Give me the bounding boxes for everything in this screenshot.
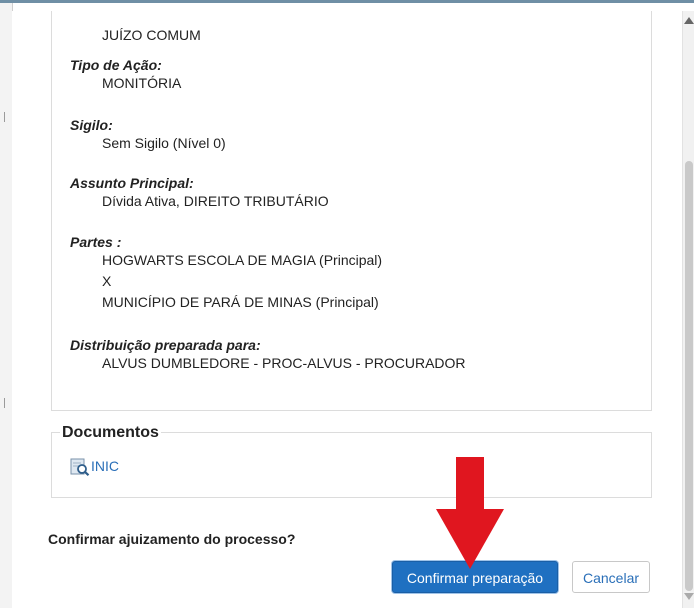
distribuicao-value: ALVUS DUMBLEDORE - PROC-ALVUS - PROCURAD… xyxy=(102,355,466,371)
document-search-icon xyxy=(70,456,90,477)
scrollbar-thumb[interactable] xyxy=(685,161,693,591)
partes-label: Partes : xyxy=(70,234,122,250)
sigilo-field: Sigilo: Sem Sigilo (Nível 0) xyxy=(70,117,226,154)
cancel-button[interactable]: Cancelar xyxy=(572,561,650,593)
process-details-panel: JUÍZO COMUM Tipo de Ação: MONITÓRIA Sigi… xyxy=(51,11,652,411)
sigilo-label: Sigilo: xyxy=(70,117,113,133)
distribuicao-label: Distribuição preparada para: xyxy=(70,337,261,353)
assunto-label: Assunto Principal: xyxy=(70,175,194,191)
assunto-field: Assunto Principal: Dívida Ativa, DIREITO… xyxy=(70,175,329,212)
background-marker xyxy=(4,398,9,408)
documents-title: Documentos xyxy=(60,424,161,442)
scroll-up-icon[interactable] xyxy=(684,17,694,24)
document-link-inic[interactable]: INIC xyxy=(70,456,119,477)
parte-passiva: MUNICÍPIO DE PARÁ DE MINAS (Principal) xyxy=(102,294,379,310)
red-arrow-annotation-icon xyxy=(436,457,504,569)
juizo-field: JUÍZO COMUM xyxy=(70,25,201,46)
tipo-acao-label: Tipo de Ação: xyxy=(70,57,162,73)
tipo-acao-value: MONITÓRIA xyxy=(102,75,182,91)
assunto-value: Dívida Ativa, DIREITO TRIBUTÁRIO xyxy=(102,193,329,209)
background-marker xyxy=(4,112,9,122)
tipo-acao-field: Tipo de Ação: MONITÓRIA xyxy=(70,57,181,94)
confirmation-dialog: JUÍZO COMUM Tipo de Ação: MONITÓRIA Sigi… xyxy=(12,11,682,608)
window-top-bar xyxy=(0,0,694,3)
documents-panel: Documentos INIC xyxy=(51,424,652,498)
scroll-down-icon[interactable] xyxy=(684,593,694,600)
versus-mark: X xyxy=(102,273,112,289)
distribuicao-field: Distribuição preparada para: ALVUS DUMBL… xyxy=(70,337,466,374)
confirm-question: Confirmar ajuizamento do processo? xyxy=(48,531,296,547)
document-link-label[interactable]: INIC xyxy=(91,458,119,474)
sigilo-value: Sem Sigilo (Nível 0) xyxy=(102,135,226,151)
juizo-value: JUÍZO COMUM xyxy=(102,27,201,43)
partes-field: Partes : HOGWARTS ESCOLA DE MAGIA (Princ… xyxy=(70,234,382,313)
dialog-scrollbar[interactable] xyxy=(682,11,694,608)
parte-ativa: HOGWARTS ESCOLA DE MAGIA (Principal) xyxy=(102,252,383,268)
